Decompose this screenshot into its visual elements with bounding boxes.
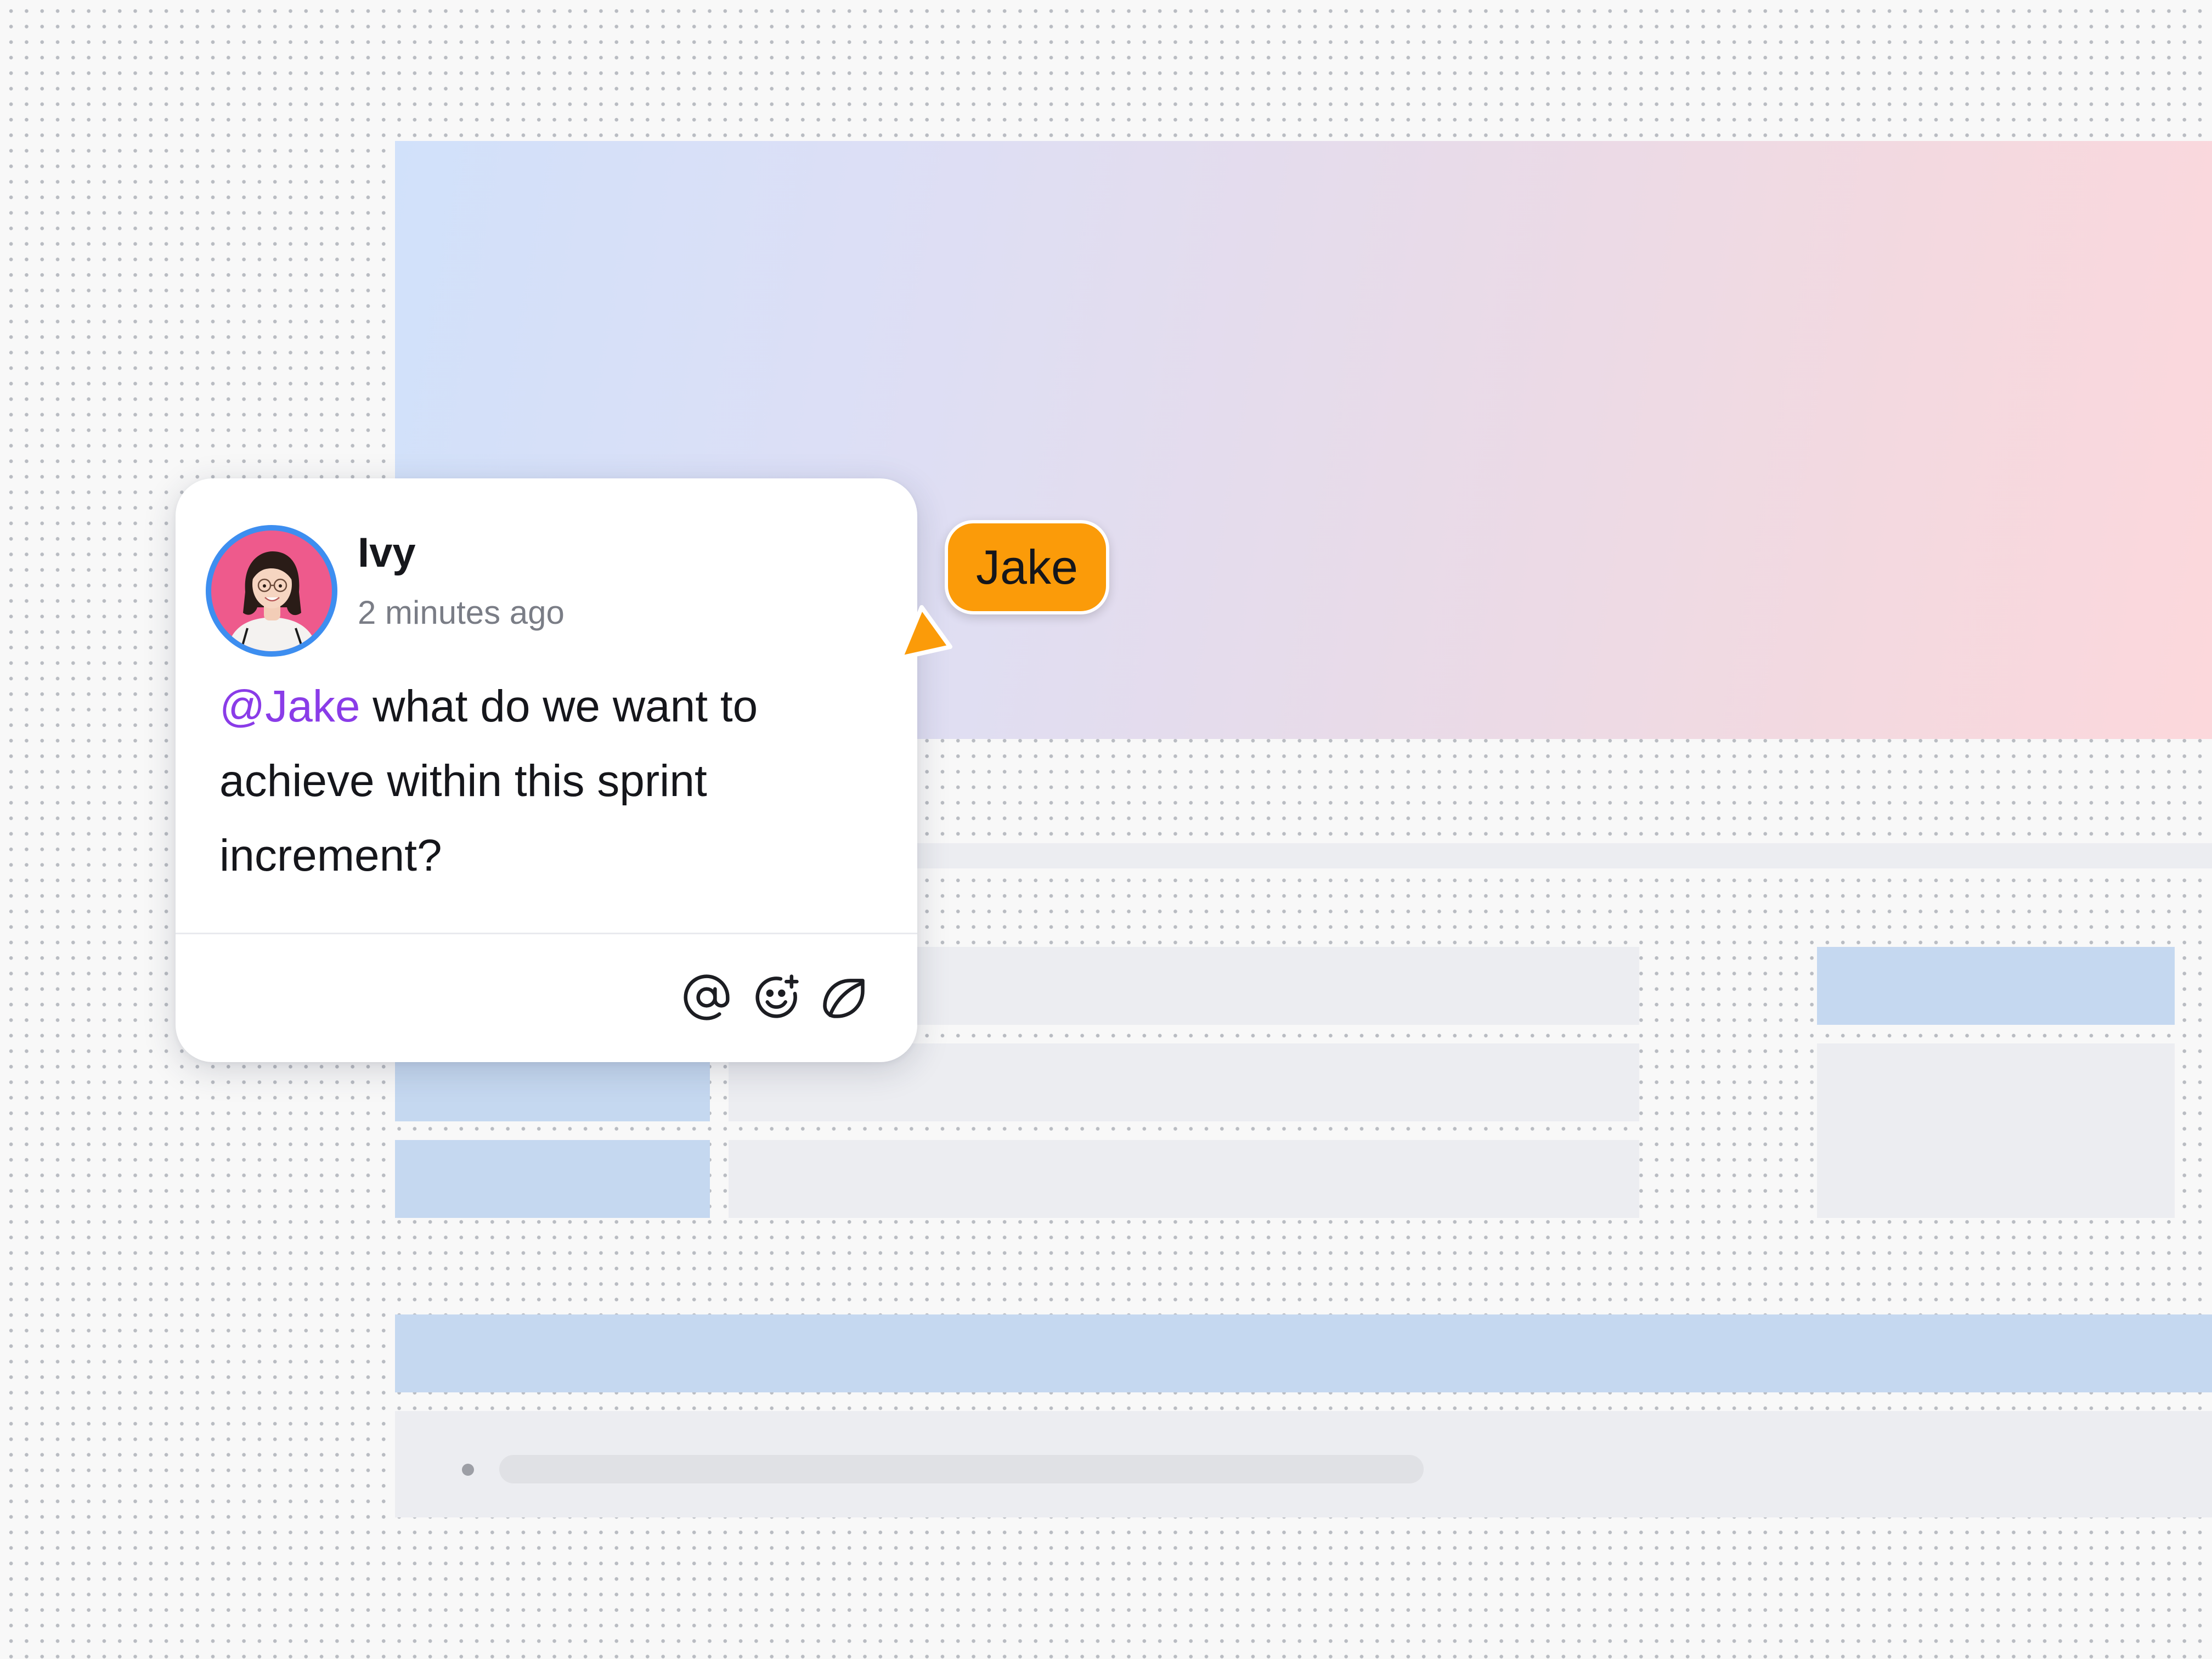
comment-author: Ivy xyxy=(358,529,416,576)
sticker-button[interactable] xyxy=(817,971,870,1024)
collaborator-cursor-label: Jake xyxy=(945,520,1109,614)
placeholder-text-line xyxy=(499,1455,1424,1483)
person-portrait-icon xyxy=(227,551,318,651)
add-reaction-button[interactable] xyxy=(751,971,803,1024)
placeholder-cell xyxy=(395,1140,710,1218)
card-divider xyxy=(176,933,917,934)
comment-card: Ivy 2 minutes ago @Jake what do we want … xyxy=(176,478,917,1062)
cursor-pointer-icon xyxy=(899,605,952,660)
avatar[interactable] xyxy=(206,525,337,657)
mention-icon xyxy=(684,974,730,1020)
placeholder-row xyxy=(729,1140,1639,1218)
bullet-dot xyxy=(462,1464,474,1476)
comment-message: @Jake what do we want to achieve within … xyxy=(219,669,889,893)
sticker-icon xyxy=(823,979,865,1018)
user-mention[interactable]: @Jake xyxy=(219,681,360,731)
add-reaction-icon xyxy=(755,974,799,1018)
comment-timestamp: 2 minutes ago xyxy=(358,594,565,631)
mention-button[interactable] xyxy=(680,971,733,1024)
placeholder-cell xyxy=(1817,947,2175,1025)
placeholder-block xyxy=(1817,1043,2175,1218)
avatar-image xyxy=(211,531,332,651)
placeholder-header-bar xyxy=(395,1314,2212,1392)
